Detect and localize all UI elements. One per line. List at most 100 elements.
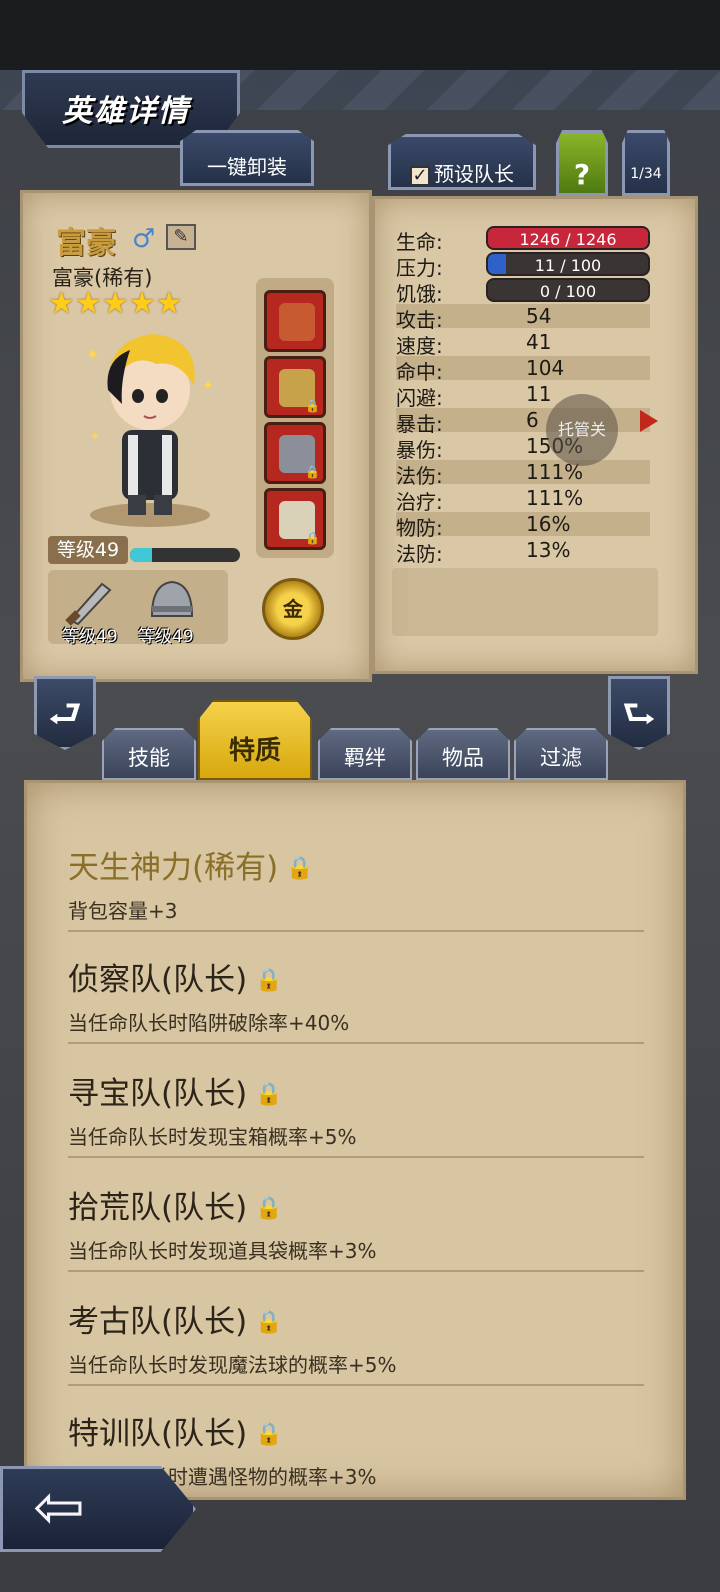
lock-icon: 🔒 — [305, 399, 320, 413]
xp-fill — [130, 548, 152, 562]
help-button[interactable]: ? — [556, 130, 608, 196]
checkbox-icon[interactable]: ✓ — [410, 165, 430, 186]
stat-value: 111% — [526, 486, 584, 510]
stress-value: 11 / 100 — [534, 256, 602, 275]
accessory-slot[interactable] — [264, 290, 326, 352]
divider — [68, 1384, 644, 1386]
unequip-all-button[interactable]: 一键卸装 — [180, 130, 314, 186]
stat-label: 暴伤: — [396, 438, 443, 462]
trait-description: 当任命队长时发现道具袋概率+3% — [68, 1239, 377, 1263]
lock-icon: 🔒 — [255, 968, 283, 993]
helmet-icon[interactable] — [144, 576, 200, 626]
stat-label: 命中: — [396, 360, 443, 384]
preset-leader-label: 预设队长 — [434, 162, 514, 186]
stat-value: 54 — [526, 304, 552, 328]
stress-fill — [488, 254, 506, 274]
svg-text:✦: ✦ — [86, 345, 99, 364]
trait-name: 考古队(队长) — [68, 1304, 248, 1340]
sword-icon[interactable] — [62, 576, 118, 626]
preset-leader-toggle[interactable]: ✓ 预设队长 — [388, 134, 536, 190]
stat-row: 物防: 16% — [396, 512, 650, 540]
trait-description: 背包容量+3 — [68, 899, 178, 923]
stat-value: 6 — [526, 408, 539, 432]
hunger-value: 0 / 100 — [539, 282, 597, 301]
stat-value: 13% — [526, 538, 571, 562]
trait-name: 侦察队(队长) — [68, 962, 248, 998]
trait-item[interactable]: 寻宝队(队长) 🔒 当任命队长时发现宝箱概率+5% — [68, 1068, 644, 1158]
tab-traits[interactable]: 特质 — [198, 700, 312, 780]
lock-icon: 🔒 — [305, 465, 320, 479]
stat-label: 闪避: — [396, 386, 443, 410]
trait-description: 当任命队长时陷阱破除率+40% — [68, 1011, 350, 1035]
stat-row: 命中: 104 — [396, 356, 650, 384]
tab-filter[interactable]: 过滤 — [514, 728, 608, 780]
divider — [68, 1042, 644, 1044]
svg-text:✦: ✦ — [202, 378, 214, 394]
stat-row: 法防: 13% — [396, 538, 650, 566]
page-title: 英雄详情 — [62, 94, 190, 129]
stat-label: 攻击: — [396, 308, 443, 332]
expand-arrow-icon[interactable] — [640, 410, 658, 432]
lock-icon: 🔒 — [255, 1196, 283, 1221]
tab-bonds[interactable]: 羁绊 — [318, 728, 412, 780]
stat-hp: 生命: 1246 / 1246 — [396, 226, 650, 254]
stat-row: 法伤: 111% — [396, 460, 650, 488]
xp-bar — [130, 548, 240, 562]
tab-skills[interactable]: 技能 — [102, 728, 196, 780]
backpack-icon — [279, 303, 315, 341]
stat-value: 104 — [526, 356, 565, 380]
bag-slot[interactable]: 🔒 — [264, 356, 326, 418]
stat-label: 压力: — [396, 256, 443, 280]
auto-manage-button[interactable]: 托管关 — [546, 394, 618, 466]
trait-name: 天生神力(稀有) — [68, 850, 279, 886]
stat-label: 饥饿: — [396, 282, 443, 306]
shield-slot[interactable]: 🔒 — [264, 422, 326, 484]
divider — [68, 1156, 644, 1158]
stat-label: 暴击: — [396, 412, 443, 436]
trait-description: 当任命队长时发现宝箱概率+5% — [68, 1125, 357, 1149]
lock-icon: 🔒 — [255, 1310, 283, 1335]
back-button[interactable]: ⇦ — [0, 1466, 196, 1552]
stat-row: 治疗: 111% — [396, 486, 650, 514]
divider — [68, 1270, 644, 1272]
lock-icon: 🔒 — [286, 856, 314, 881]
trait-name: 拾荒队(队长) — [68, 1190, 248, 1226]
status-bar-area — [0, 0, 720, 70]
stat-row: 闪避: 11 — [396, 382, 650, 410]
rename-icon[interactable]: ✎ — [166, 224, 196, 250]
trait-description: 当任命队长时发现魔法球的概率+5% — [68, 1353, 397, 1377]
trait-item[interactable]: 考古队(队长) 🔒 当任命队长时发现魔法球的概率+5% — [68, 1296, 644, 1386]
stat-label: 法伤: — [396, 464, 443, 488]
trait-item[interactable]: 天生神力(稀有) 🔒 背包容量+3 — [68, 842, 644, 932]
hero-name: 富豪 — [56, 226, 116, 261]
lock-icon: 🔒 — [255, 1082, 283, 1107]
stress-bar: 11 / 100 — [486, 252, 650, 276]
stats-extra-box — [392, 568, 658, 636]
armor-level: 等级49 — [138, 627, 194, 647]
stat-value: 11 — [526, 382, 552, 406]
hero-portrait[interactable]: ✦ ✦ ✦ — [60, 320, 240, 530]
stat-row: 攻击: 54 — [396, 304, 650, 332]
lock-icon: 🔒 — [305, 531, 320, 545]
hunger-bar: 0 / 100 — [486, 278, 650, 302]
gold-coin-icon[interactable]: 金 — [262, 578, 324, 640]
trait-name: 寻宝队(队长) — [68, 1076, 248, 1112]
lock-icon: 🔒 — [255, 1422, 283, 1447]
male-symbol-icon: ♂ — [132, 224, 156, 254]
trait-name: 特训队(队长) — [68, 1416, 248, 1452]
stat-label: 速度: — [396, 334, 443, 358]
divider — [68, 930, 644, 932]
stat-label: 物防: — [396, 516, 443, 540]
trait-item[interactable]: 侦察队(队长) 🔒 当任命队长时陷阱破除率+40% — [68, 954, 644, 1044]
trait-item[interactable]: 拾荒队(队长) 🔒 当任命队长时发现道具袋概率+3% — [68, 1182, 644, 1272]
tab-items[interactable]: 物品 — [416, 728, 510, 780]
hero-level: 等级49 — [48, 536, 128, 564]
stat-hunger: 饥饿: 0 / 100 — [396, 278, 650, 306]
stat-value: 16% — [526, 512, 571, 536]
trinket-slot[interactable]: 🔒 — [264, 488, 326, 550]
hp-bar: 1246 / 1246 — [486, 226, 650, 250]
star-rating: ★★★★★ — [48, 286, 183, 321]
svg-text:✦: ✦ — [90, 429, 100, 443]
stat-label: 法防: — [396, 542, 443, 566]
weapon-level: 等级49 — [62, 627, 118, 647]
